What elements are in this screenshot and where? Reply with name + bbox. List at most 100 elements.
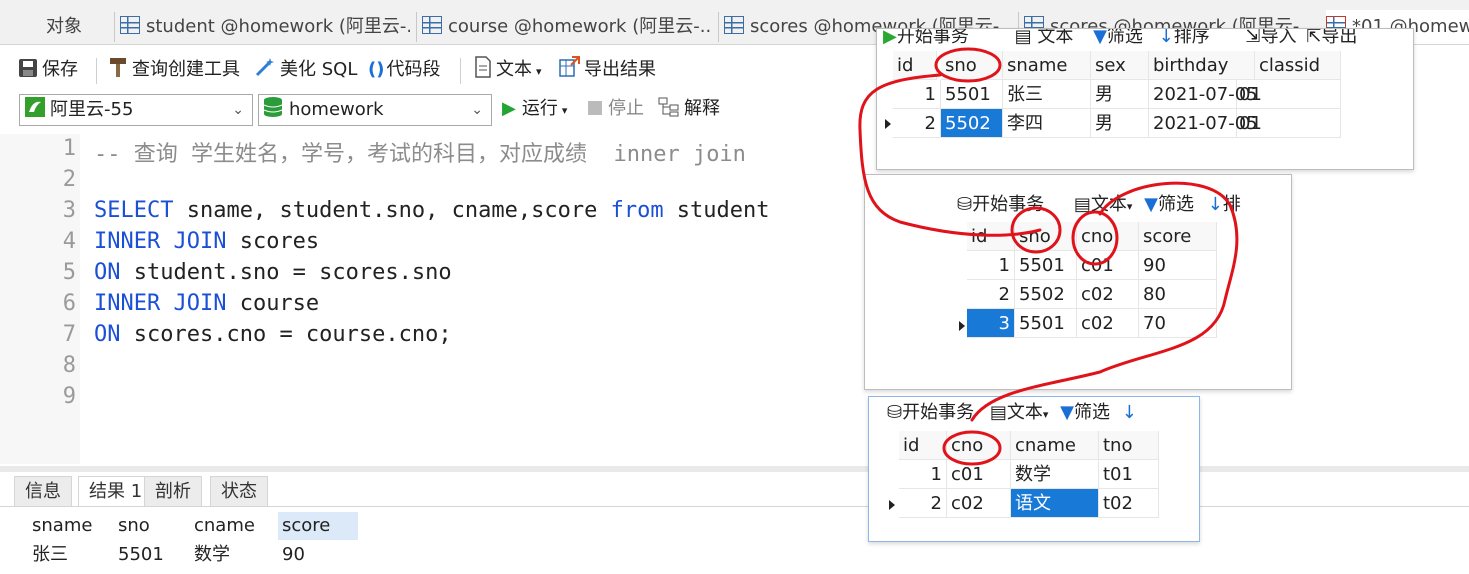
explain-button[interactable]: 解释 xyxy=(658,92,720,126)
table-cell[interactable]: 5501 xyxy=(1015,309,1077,338)
begin-transaction-button[interactable]: ⛁开始事务 xyxy=(957,194,1044,215)
database-select[interactable]: homework ⌄ xyxy=(258,94,492,126)
text-button[interactable]: ▤ 文本 xyxy=(1015,29,1074,47)
table-cell[interactable]: 90 xyxy=(1139,251,1217,280)
table-cell[interactable]: 李四 xyxy=(1003,109,1091,138)
tab-course[interactable]: course @homework (阿里云-... xyxy=(422,10,712,44)
table-cell[interactable]: 张三 xyxy=(1003,80,1091,109)
table-cell[interactable]: t01 xyxy=(1099,460,1159,489)
tab-result-1[interactable]: 结果 1 xyxy=(78,476,154,507)
table-cell[interactable]: c01 xyxy=(1077,251,1139,280)
table-edit-icon xyxy=(724,16,744,34)
table-cell[interactable]: 1 xyxy=(893,80,941,109)
table-cell[interactable]: 2 xyxy=(893,109,941,138)
export-results-button[interactable]: 导出结果 xyxy=(558,50,656,90)
table-cell[interactable]: 01 xyxy=(1237,80,1341,109)
line-number: 8 xyxy=(62,353,76,378)
line-number: 7 xyxy=(62,322,76,347)
column-header[interactable]: cname xyxy=(1011,431,1099,460)
student-table-window[interactable]: ▶开始事务 ▤ 文本 ▼筛选 ↓排序 ⇲导入 ⇱导出 id sno sname … xyxy=(876,28,1414,170)
table-cell[interactable]: t02 xyxy=(1099,489,1159,518)
table-cell[interactable]: 5501 xyxy=(1015,251,1077,280)
table-cell-selected[interactable]: 5502 xyxy=(941,109,1003,138)
column-header[interactable]: score xyxy=(278,512,358,540)
column-header[interactable]: tno xyxy=(1099,431,1159,460)
sort-button[interactable]: ↓排 xyxy=(1208,194,1241,215)
connection-select[interactable]: 阿里云-55 ⌄ xyxy=(19,94,253,126)
table-cell[interactable]: 1 xyxy=(899,460,947,489)
table-cell[interactable]: 数学 xyxy=(1011,460,1099,489)
column-header[interactable]: sname xyxy=(1003,51,1091,80)
beautify-label: 美化 SQL xyxy=(280,59,358,80)
table-cell[interactable]: 1 xyxy=(967,251,1015,280)
column-header[interactable]: id xyxy=(967,222,1015,251)
sort-button[interactable]: ↓排序 xyxy=(1159,29,1210,47)
scores-table-window[interactable]: ⛁开始事务 ▤文本▾ ▼筛选 ↓排 id sno cno score 1 550… xyxy=(864,174,1292,390)
table-cell[interactable]: 5501 xyxy=(118,541,164,569)
column-header[interactable]: id xyxy=(893,51,937,80)
table-cell[interactable]: c02 xyxy=(947,489,1011,518)
tab-info[interactable]: 信息 xyxy=(14,476,72,507)
table-cell-selected[interactable]: 3 xyxy=(967,309,1015,338)
dropdown-caret-icon: ▾ xyxy=(561,104,568,117)
sort-icon[interactable]: ↓ xyxy=(1122,402,1137,423)
begin-transaction-button[interactable]: ▶开始事务 xyxy=(883,29,969,47)
table-icon xyxy=(422,16,442,34)
export-icon xyxy=(559,56,580,77)
begin-transaction-button[interactable]: ⛁开始事务 xyxy=(887,402,974,423)
filter-button[interactable]: ▼筛选 xyxy=(1093,29,1143,47)
table-cell[interactable]: 男 xyxy=(1091,109,1149,138)
column-header[interactable]: sno xyxy=(118,512,150,540)
table-cell[interactable]: c02 xyxy=(1077,309,1139,338)
save-button[interactable]: 保存 xyxy=(18,50,78,90)
text-button[interactable]: 文本 ▾ xyxy=(474,50,542,90)
tab-profile[interactable]: 剖析 xyxy=(144,476,202,507)
tab-label: course @homework (阿里云-... xyxy=(448,16,712,37)
table-cell[interactable]: 男 xyxy=(1091,80,1149,109)
connection-value: 阿里云-55 xyxy=(50,99,134,120)
tab-status[interactable]: 状态 xyxy=(210,476,268,507)
run-button[interactable]: ▶ 运行 ▾ xyxy=(502,92,567,126)
column-header[interactable]: sname xyxy=(32,512,92,540)
table-cell[interactable]: c02 xyxy=(1077,280,1139,309)
column-header[interactable]: cname xyxy=(194,512,255,540)
column-header[interactable]: cno xyxy=(1077,222,1139,251)
column-header[interactable]: birthday xyxy=(1149,51,1255,80)
column-header[interactable]: sno xyxy=(1015,222,1077,251)
table-cell[interactable]: 90 xyxy=(282,541,305,569)
table-cell[interactable]: 2021-07-05 xyxy=(1149,109,1258,138)
beautify-sql-button[interactable]: 美化 SQL xyxy=(254,50,357,90)
tab-objects[interactable]: 对象 xyxy=(46,10,106,44)
table-cell-selected[interactable]: 语文 xyxy=(1011,489,1099,518)
table-cell[interactable]: 5501 xyxy=(941,80,1003,109)
column-header[interactable]: id xyxy=(899,431,947,460)
table-cell[interactable]: 01 xyxy=(1237,109,1341,138)
tab-student[interactable]: student @homework (阿里云-... xyxy=(120,10,410,44)
column-header[interactable]: sno xyxy=(941,51,1003,80)
table-cell[interactable]: 张三 xyxy=(32,541,68,569)
column-header[interactable]: cno xyxy=(947,431,1011,460)
column-header[interactable]: score xyxy=(1139,222,1217,251)
table-cell[interactable]: 5502 xyxy=(1015,280,1077,309)
column-header[interactable]: sex xyxy=(1091,51,1149,80)
course-table-window[interactable]: ⛁开始事务 ▤文本▾ ▼筛选 ↓ id cno cname tno 1 c01 … xyxy=(868,396,1200,542)
explain-icon xyxy=(658,97,679,117)
table-cell[interactable]: 数学 xyxy=(194,541,230,569)
text-button[interactable]: ▤文本▾ xyxy=(1074,194,1133,215)
text-button[interactable]: ▤文本▾ xyxy=(990,402,1049,423)
table-cell[interactable]: 2021-07-05 xyxy=(1149,80,1258,109)
query-builder-button[interactable]: 查询创建工具 xyxy=(108,50,240,90)
splitter[interactable] xyxy=(0,466,1469,472)
import-button[interactable]: ⇲导入 xyxy=(1245,29,1296,47)
table-cell[interactable]: c01 xyxy=(947,460,1011,489)
table-cell[interactable]: 2 xyxy=(899,489,947,518)
table-cell[interactable]: 2 xyxy=(967,280,1015,309)
export-button[interactable]: ⇱导出 xyxy=(1306,29,1357,47)
table-cell[interactable]: 80 xyxy=(1139,280,1217,309)
code-snippet-button[interactable]: () 代码段 xyxy=(368,50,440,90)
table-cell[interactable]: 70 xyxy=(1139,309,1217,338)
filter-button[interactable]: ▼筛选 xyxy=(1144,194,1194,215)
column-header[interactable]: classid xyxy=(1255,51,1341,80)
stop-button[interactable]: 停止 xyxy=(588,92,644,126)
filter-button[interactable]: ▼筛选 xyxy=(1060,402,1110,423)
